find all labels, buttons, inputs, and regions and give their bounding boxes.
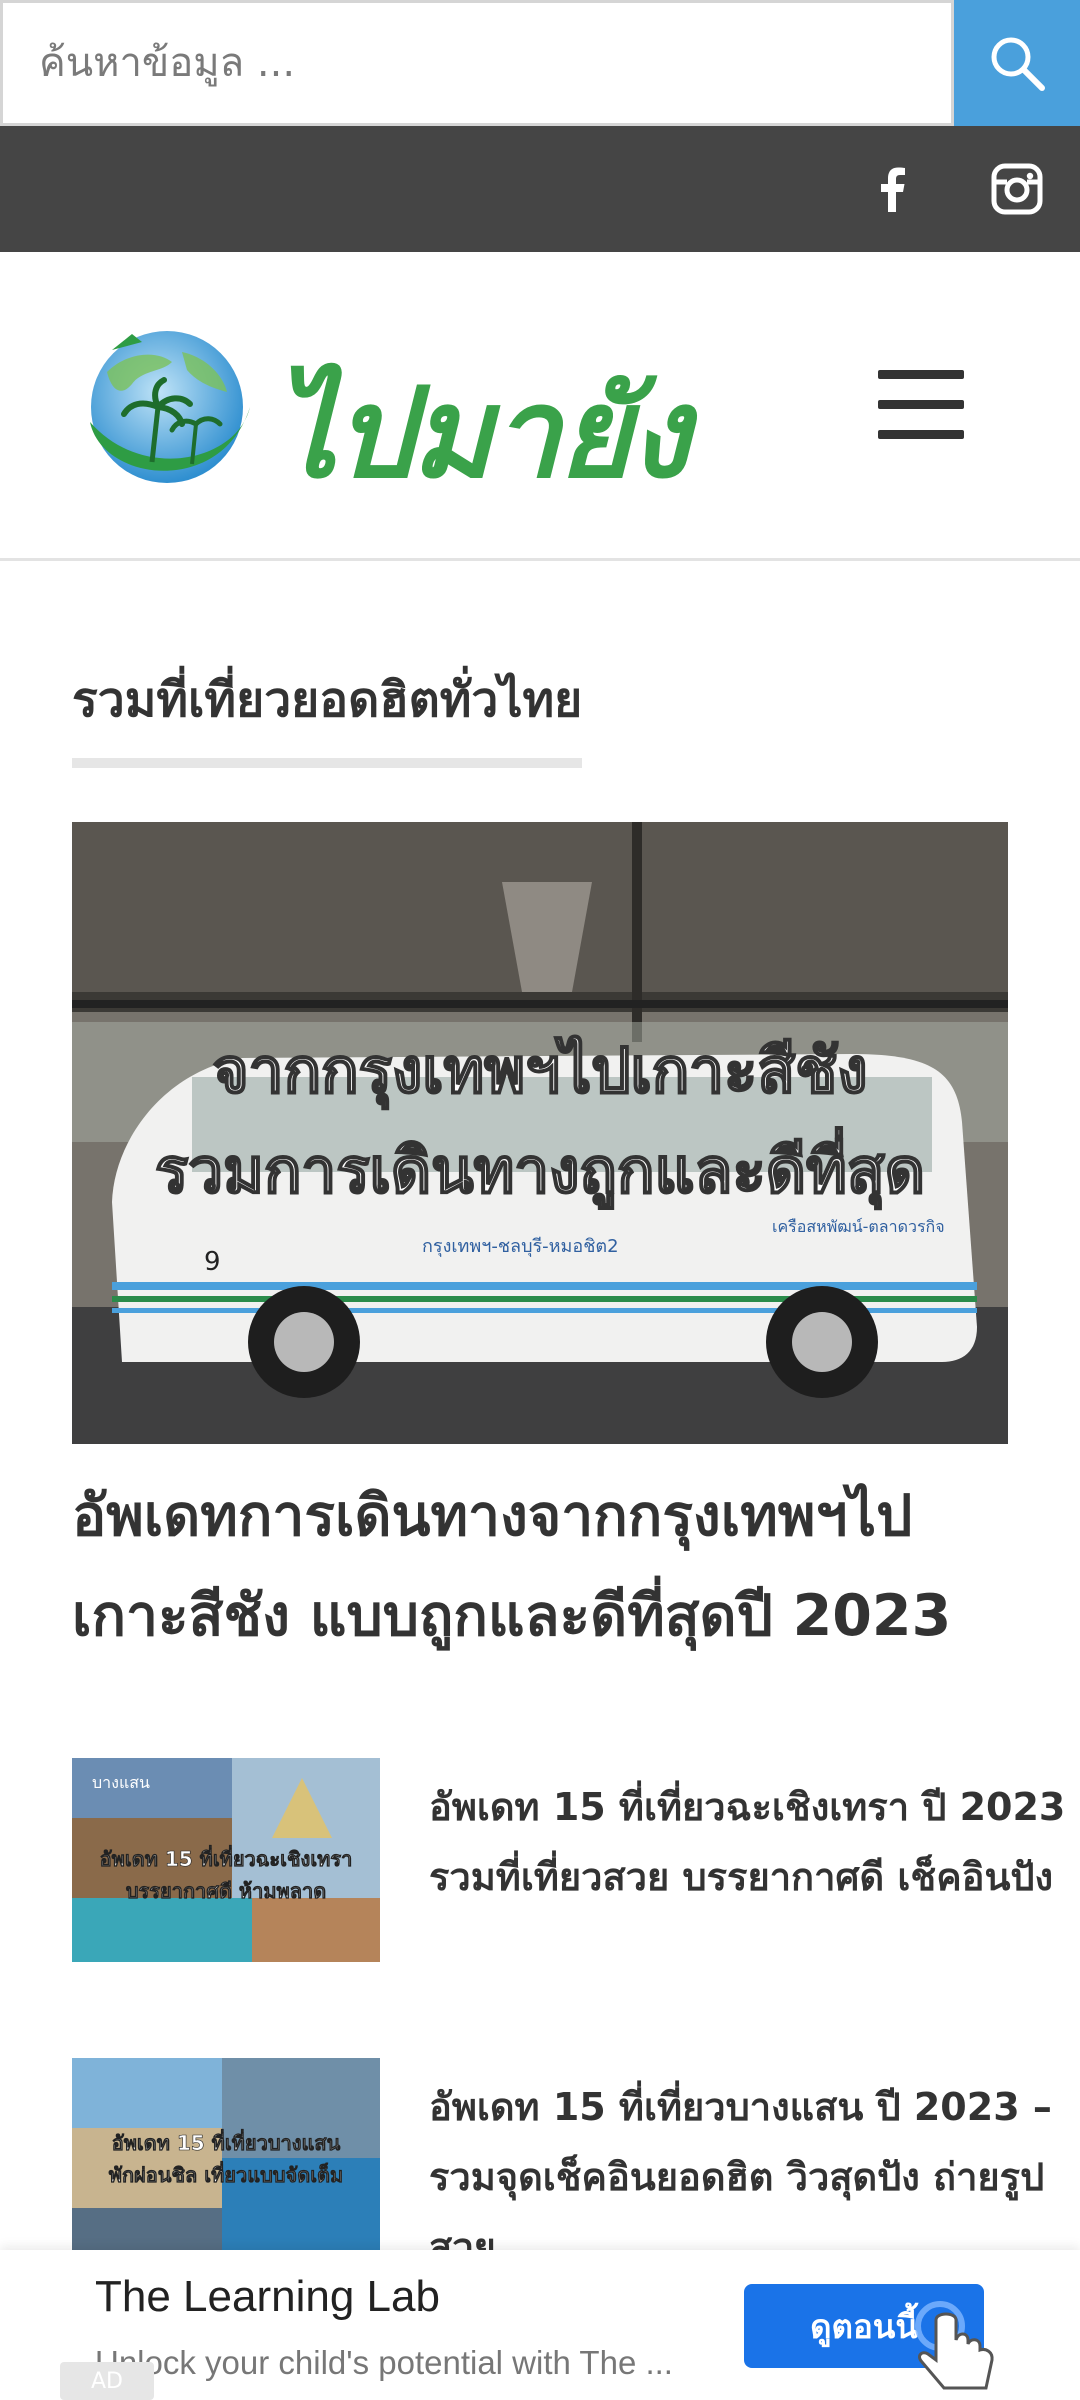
featured-photo: 9 กรุงเทพฯ-ชลบุรี-หมอชิต2 เครือสหพัฒน์-ต… bbox=[72, 822, 1008, 1444]
post-title[interactable]: อัพเดท 15 ที่เที่ยวฉะเชิงเทรา ปี 2023 – … bbox=[429, 1772, 1080, 1912]
thumb-line1: อัพเดท 15 ที่เที่ยวฉะเชิงเทรา bbox=[100, 1844, 353, 1871]
featured-title-line2: เกาะสีชัง แบบถูกและดีที่สุดปี 2023 bbox=[72, 1583, 952, 1649]
featured-overlay-line2: รวมการเดินทางถูกและดีที่สุด bbox=[155, 1127, 925, 1209]
search-bar bbox=[0, 0, 1080, 126]
globe-logo-icon bbox=[90, 331, 250, 483]
van-route: กรุงเทพฯ-ชลบุรี-หมอชิต2 bbox=[422, 1236, 619, 1257]
thumbnail-photo: บางแสน อัพเดท 15 ที่เที่ยวฉะเชิงเทรา บรร… bbox=[72, 1758, 380, 1962]
post-title-line1: อัพเดท 15 ที่เที่ยวบางแสน ปี 2023 – bbox=[429, 2085, 1052, 2129]
section-title: รวมที่เที่ยวยอดฮิตทั่วไทย bbox=[72, 662, 583, 768]
van-number: 9 bbox=[204, 1247, 221, 1277]
thumbnail-photo: อัพเดท 15 ที่เที่ยวบางแสน พักผ่อนชิล เที… bbox=[72, 2058, 380, 2250]
post-title-line1: อัพเดท 15 ที่เที่ยวฉะเชิงเทรา ปี 2023 – bbox=[429, 1785, 1080, 1829]
search-button[interactable] bbox=[954, 0, 1080, 126]
post-title[interactable]: อัพเดท 15 ที่เที่ยวบางแสน ปี 2023 – รวมจ… bbox=[429, 2072, 1080, 2250]
ad-badge: AD bbox=[60, 2362, 154, 2400]
instagram-icon[interactable] bbox=[990, 162, 1044, 216]
thumb-line2: บรรยากาศดี ห้ามพลาด bbox=[126, 1879, 326, 1903]
featured-post-title[interactable]: อัพเดทการเดินทางจากกรุงเทพฯไป เกาะสีชัง … bbox=[72, 1466, 1032, 1666]
ad-banner[interactable]: The Learning Lab Unlock your child's pot… bbox=[0, 2250, 1080, 2400]
featured-overlay-line1: จากกรุงเทพฯไปเกาะสีชัง bbox=[212, 1034, 867, 1109]
social-bar bbox=[0, 126, 1080, 252]
ad-subtitle: Unlock your child's potential with The .… bbox=[95, 2344, 673, 2381]
post-thumbnail[interactable]: บางแสน อัพเดท 15 ที่เที่ยวฉะเชิงเทรา บรร… bbox=[72, 1758, 380, 1962]
pointing-hand-icon bbox=[915, 2301, 994, 2390]
post-title-line2: รวมจุดเช็คอินยอดฮิต วิวสุดปัง ถ่ายรูป bbox=[429, 2155, 1045, 2199]
site-header: ไปมายัง bbox=[0, 252, 1080, 561]
post-title-line2: รวมที่เที่ยวสวย บรรยากาศดี เช็คอินปัง bbox=[429, 1855, 1054, 1899]
thumb-line1: อัพเดท 15 ที่เที่ยวบางแสน bbox=[112, 2128, 341, 2155]
site-logo[interactable]: ไปมายัง bbox=[72, 312, 692, 506]
ad-title: The Learning Lab bbox=[95, 2272, 440, 2321]
search-input[interactable] bbox=[0, 0, 954, 126]
post-thumbnail[interactable]: อัพเดท 15 ที่เที่ยวบางแสน พักผ่อนชิล เที… bbox=[72, 2058, 380, 2250]
post-title-line3: สวย bbox=[429, 2225, 496, 2250]
facebook-icon[interactable] bbox=[866, 162, 920, 216]
logo-text: ไปมายัง bbox=[274, 362, 690, 506]
list-item[interactable]: อัพเดท 15 ที่เที่ยวบางแสน พักผ่อนชิล เที… bbox=[72, 2058, 1080, 2250]
van-route-2: เครือสหพัฒน์-ตลาดวรกิจ bbox=[772, 1217, 945, 1236]
featured-image[interactable]: 9 กรุงเทพฯ-ชลบุรี-หมอชิต2 เครือสหพัฒน์-ต… bbox=[72, 822, 1008, 1444]
featured-title-line1: อัพเดทการเดินทางจากกรุงเทพฯไป bbox=[72, 1483, 913, 1549]
search-icon bbox=[991, 37, 1045, 91]
list-item[interactable]: บางแสน อัพเดท 15 ที่เที่ยวฉะเชิงเทรา บรร… bbox=[72, 1758, 1080, 1968]
thumb-tag: บางแสน bbox=[92, 1773, 150, 1792]
hamburger-menu-icon[interactable] bbox=[878, 370, 964, 440]
thumb-line2: พักผ่อนชิล เที่ยวแบบจัดเต็ม bbox=[109, 2160, 343, 2187]
